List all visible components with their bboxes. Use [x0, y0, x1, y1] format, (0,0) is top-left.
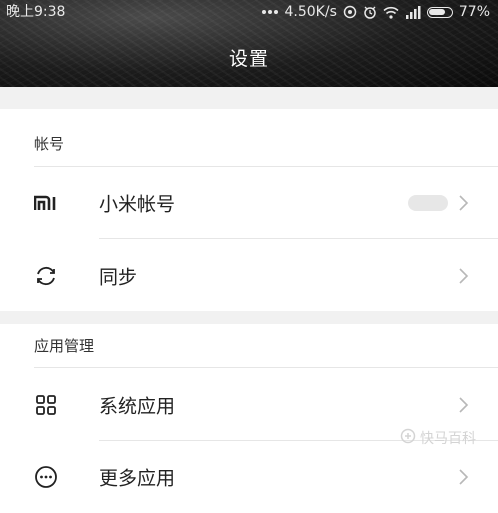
sync-icon [34, 264, 58, 288]
more-dots-icon [34, 465, 58, 489]
network-speed: 4.50K/s [284, 4, 337, 20]
battery-icon [426, 6, 453, 18]
chevron-right-icon [459, 397, 469, 413]
alarm-icon [363, 5, 377, 19]
chevron-right-icon [459, 268, 469, 284]
status-time: 晚上9:38 [6, 4, 66, 20]
divider [34, 367, 498, 368]
watermark-text: 快马百科 [420, 431, 476, 447]
status-right-group: 4.50K/s 77% [261, 0, 490, 24]
page-title: 设置 [228, 48, 269, 70]
chevron-right-icon [459, 469, 469, 485]
row-sync[interactable]: 同步 [0, 240, 498, 312]
section-gap [0, 311, 498, 324]
dots-icon [261, 9, 279, 15]
account-value-blurred [408, 195, 448, 211]
battery-percent: 77% [458, 4, 490, 20]
section-label-app-management: 应用管理 [34, 337, 95, 355]
watermark: 快马百科 [400, 428, 476, 448]
row-xiaomi-account[interactable]: 小米帐号 [0, 167, 498, 239]
row-label: 更多应用 [99, 467, 176, 490]
grid-apps-icon [34, 393, 58, 417]
row-label: 小米帐号 [99, 193, 176, 216]
mi-logo-icon [34, 191, 58, 215]
status-bar: 晚上9:38 4.50K/s 77% [0, 0, 498, 24]
row-label: 系统应用 [99, 395, 176, 418]
divider [99, 238, 498, 239]
row-more-apps[interactable]: 更多应用 [0, 441, 498, 513]
row-label: 同步 [99, 266, 138, 289]
sync-status-icon [343, 5, 357, 19]
chevron-right-icon [459, 195, 469, 211]
section-label-account: 帐号 [34, 135, 65, 153]
signal-icon [405, 5, 421, 19]
wifi-icon [383, 6, 399, 19]
section-gap [0, 87, 498, 109]
header: 晚上9:38 4.50K/s 77% 设置 [0, 0, 498, 87]
watermark-logo-icon [400, 428, 416, 448]
